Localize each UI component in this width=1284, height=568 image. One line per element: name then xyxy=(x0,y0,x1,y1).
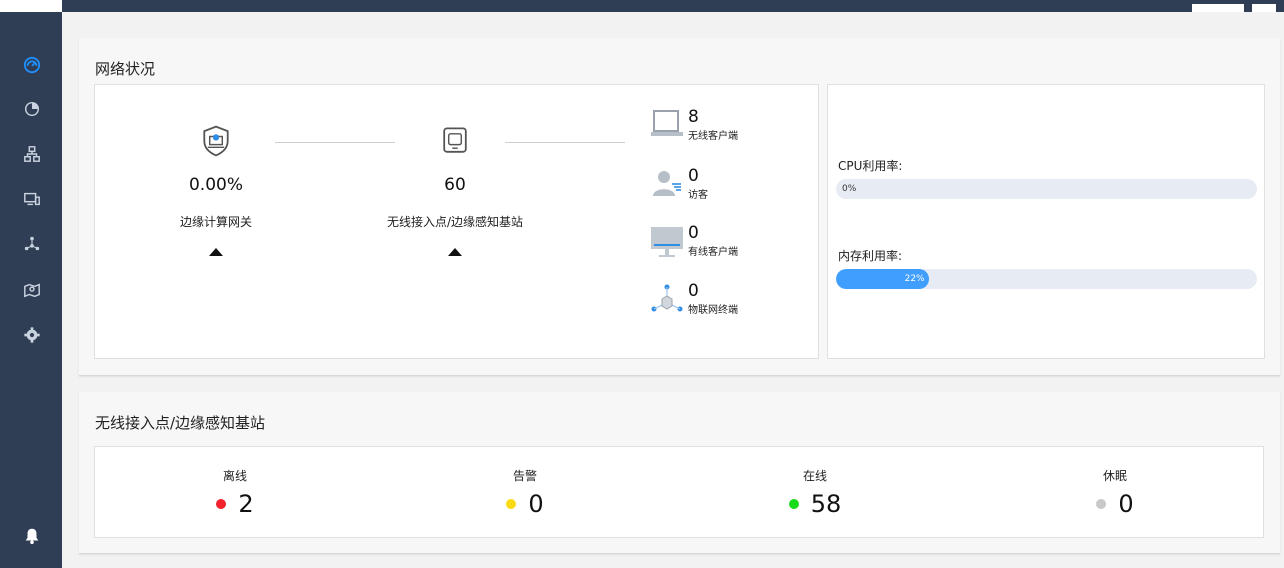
status-count: 2 xyxy=(238,490,254,518)
client-wireless[interactable]: 8 无线客户端 xyxy=(650,107,738,149)
status-label: 休眠 xyxy=(1102,469,1127,483)
panel-title: 无线接入点/边缘感知基站 xyxy=(95,414,266,432)
ap-status-panel: 无线接入点/边缘感知基站 离线 2 告警 0 在线 58 休眠 0 xyxy=(79,392,1280,554)
gateway-value: 0.00% xyxy=(188,175,243,195)
status-sleep[interactable]: 休眠 0 xyxy=(1015,467,1215,518)
network-status-panel: 网络状况 0.00% 边缘计算网关 60 无线接入点/边缘感知基站 8 无线客户… xyxy=(79,38,1280,376)
client-count: 0 xyxy=(688,281,699,301)
sidebar xyxy=(0,0,62,568)
status-online[interactable]: 在线 58 xyxy=(715,467,915,518)
laptop-icon xyxy=(651,110,683,136)
status-label: 在线 xyxy=(802,469,827,483)
topology-icon[interactable] xyxy=(20,142,44,166)
status-warning[interactable]: 告警 0 xyxy=(425,467,625,518)
map-location-icon[interactable] xyxy=(20,278,44,302)
status-label: 离线 xyxy=(222,469,247,483)
memory-label: 内存利用率: xyxy=(838,249,903,263)
cpu-percent-text: 0% xyxy=(842,184,857,194)
ap-status-card: 离线 2 告警 0 在线 58 休眠 0 xyxy=(94,446,1264,538)
status-dot xyxy=(1096,499,1107,509)
header-tab[interactable] xyxy=(1192,4,1244,12)
settings-gear-icon[interactable] xyxy=(20,323,44,347)
memory-progress-fill: 22% xyxy=(836,269,929,289)
client-label: 访客 xyxy=(688,190,708,201)
guest-user-icon xyxy=(653,171,681,196)
memory-progress-bar: 22% xyxy=(836,269,1257,289)
expand-arrow-icon[interactable] xyxy=(448,248,462,256)
bell-icon[interactable] xyxy=(20,524,44,548)
access-point-label: 无线接入点/边缘感知基站 xyxy=(386,215,524,229)
client-count: 8 xyxy=(688,107,699,127)
client-count: 0 xyxy=(688,223,699,243)
cpu-label: CPU利用率: xyxy=(838,159,903,173)
client-wired[interactable]: 0 有线客户端 xyxy=(650,223,738,265)
panel-title: 网络状况 xyxy=(95,60,156,78)
sidebar-top-strip xyxy=(0,0,62,12)
resource-usage-card: CPU利用率: 0% 内存利用率: 22% xyxy=(827,84,1265,359)
status-dot xyxy=(216,499,227,509)
access-point-value: 60 xyxy=(444,175,466,195)
gateway-shield-icon xyxy=(203,125,229,157)
gateway-label: 边缘计算网关 xyxy=(179,215,252,229)
status-label: 告警 xyxy=(512,469,537,483)
devices-icon[interactable] xyxy=(20,187,44,211)
status-count: 58 xyxy=(810,490,842,518)
desktop-monitor-icon xyxy=(651,227,683,257)
client-label: 物联网终端 xyxy=(688,305,738,316)
client-iot[interactable]: 0 物联网终端 xyxy=(650,281,738,323)
client-label: 有线客户端 xyxy=(688,247,738,258)
status-count: 0 xyxy=(528,490,544,518)
iot-network-icon[interactable] xyxy=(20,232,44,256)
topology-card: 0.00% 边缘计算网关 60 无线接入点/边缘感知基站 8 无线客户端 0 访… xyxy=(94,84,819,359)
status-count: 0 xyxy=(1118,490,1134,518)
header-tab-small[interactable] xyxy=(1252,4,1276,12)
pie-chart-icon[interactable] xyxy=(20,97,44,121)
iot-terminal-icon xyxy=(651,284,683,312)
access-point-icon xyxy=(443,127,467,153)
expand-arrow-icon[interactable] xyxy=(209,248,223,256)
client-label: 无线客户端 xyxy=(688,131,738,142)
connector-line xyxy=(505,142,625,143)
client-guest[interactable]: 0 访客 xyxy=(650,166,708,208)
dashboard-icon[interactable] xyxy=(20,53,44,77)
status-dot xyxy=(506,499,517,509)
cpu-progress-bar: 0% xyxy=(836,179,1257,199)
client-count: 0 xyxy=(688,166,699,186)
status-dot xyxy=(788,499,799,509)
status-offline[interactable]: 离线 2 xyxy=(135,467,335,518)
gateway-node[interactable]: 0.00% 边缘计算网关 xyxy=(151,123,281,256)
top-header-bar xyxy=(62,0,1284,12)
